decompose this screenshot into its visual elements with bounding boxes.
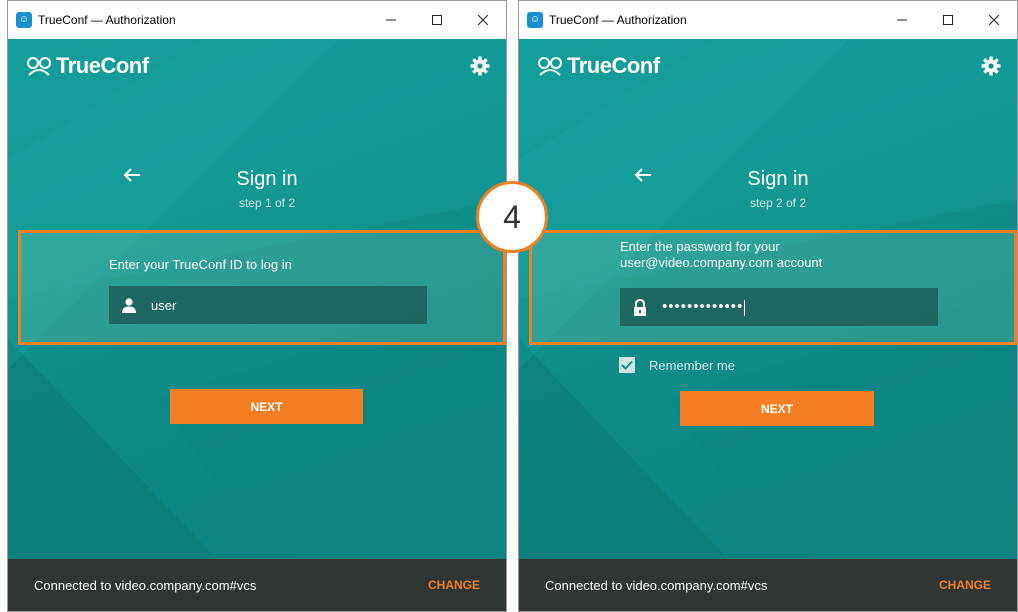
minimize-icon (897, 19, 907, 21)
login-window-step2: ☺ TrueConf — Authorization TrueConf Sign… (518, 0, 1018, 612)
text-caret (744, 299, 746, 316)
change-server-button[interactable]: CHANGE (939, 578, 991, 592)
password-field[interactable]: ••••••••••••• (620, 288, 938, 326)
remember-me-label: Remember me (649, 357, 735, 373)
login-window-step1: ☺ TrueConf — Authorization TrueConf Sign… (7, 0, 507, 612)
maximize-icon (432, 15, 442, 25)
minimize-button[interactable] (879, 1, 925, 39)
app-icon: ☺ (527, 12, 543, 28)
gear-icon (470, 56, 490, 76)
gear-icon (981, 56, 1001, 76)
login-prompt: Enter your TrueConf ID to log in (109, 257, 292, 272)
next-button[interactable]: NEXT (680, 391, 874, 426)
window-controls (368, 1, 506, 39)
password-panel: Enter the password for your user@video.c… (529, 230, 1017, 345)
window-title: TrueConf — Authorization (549, 13, 687, 27)
trueconf-logo: TrueConf (26, 53, 149, 79)
logo-text: TrueConf (56, 53, 149, 78)
app-icon: ☺ (16, 12, 32, 28)
step-indicator: step 2 of 2 (749, 196, 807, 210)
password-prompt: Enter the password for your user@video.c… (620, 239, 822, 271)
login-id-panel: Enter your TrueConf ID to log in user (18, 230, 506, 345)
title-bar: ☺ TrueConf — Authorization (519, 1, 1017, 39)
maximize-button[interactable] (925, 1, 971, 39)
connection-status: Connected to video.company.com#vcs (545, 577, 768, 593)
page-title: Sign in (236, 168, 298, 190)
page-title: Sign in (747, 168, 809, 190)
close-icon (989, 15, 999, 25)
close-button[interactable] (460, 1, 506, 39)
trueconf-logo-icon (27, 57, 51, 76)
password-dots: ••••••••••••• (662, 298, 744, 316)
window-controls (879, 1, 1017, 39)
app-body: TrueConf (8, 39, 506, 611)
connection-status: Connected to video.company.com#vcs (34, 577, 257, 593)
trueconf-logo: TrueConf (537, 53, 660, 79)
maximize-button[interactable] (414, 1, 460, 39)
app-body: TrueConf (519, 39, 1017, 611)
maximize-icon (943, 15, 953, 25)
username-field[interactable]: user (109, 286, 427, 324)
step-number-badge: 4 (476, 181, 548, 253)
close-button[interactable] (971, 1, 1017, 39)
close-icon (478, 15, 488, 25)
password-prompt-line1: Enter the password for your (620, 239, 780, 254)
settings-button[interactable] (981, 56, 1001, 81)
remember-me-checkbox[interactable]: Remember me (619, 357, 735, 373)
next-button[interactable]: NEXT (170, 389, 363, 424)
step-indicator: step 1 of 2 (238, 196, 296, 210)
password-masked-value: ••••••••••••• (662, 298, 746, 316)
window-title: TrueConf — Authorization (38, 13, 176, 27)
title-bar: ☺ TrueConf — Authorization (8, 1, 506, 39)
lock-icon (632, 298, 648, 316)
password-prompt-line2: user@video.company.com account (620, 255, 823, 270)
settings-button[interactable] (470, 56, 490, 81)
minimize-icon (386, 19, 396, 21)
connection-bar: Connected to video.company.com#vcs CHANG… (8, 559, 506, 611)
minimize-button[interactable] (368, 1, 414, 39)
connection-bar: Connected to video.company.com#vcs CHANG… (519, 559, 1017, 611)
user-icon (121, 297, 137, 313)
username-value: user (151, 297, 177, 313)
checkmark-icon (619, 357, 635, 373)
change-server-button[interactable]: CHANGE (428, 578, 480, 592)
trueconf-logo-icon (538, 57, 562, 76)
logo-text: TrueConf (567, 53, 660, 78)
